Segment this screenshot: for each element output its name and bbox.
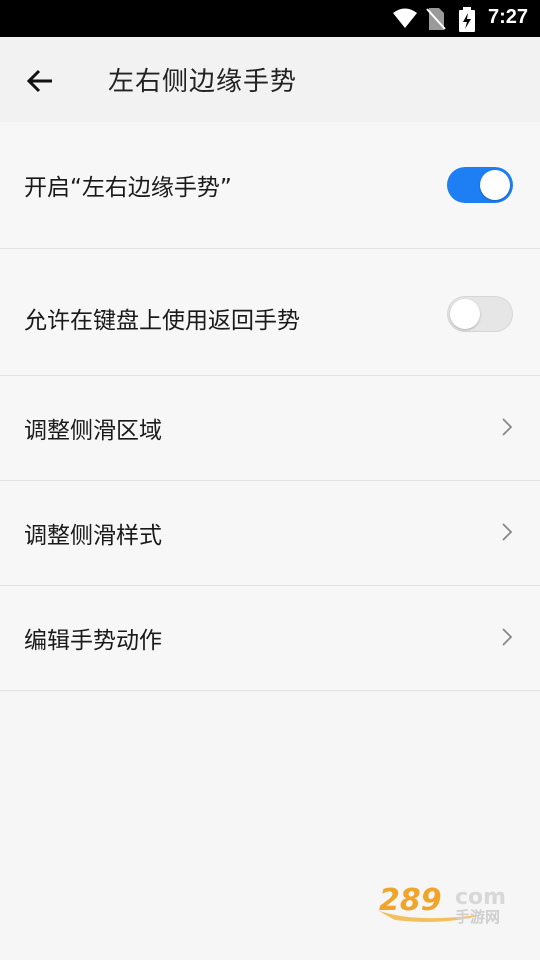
watermark-logo: 289 com 手游网 [377, 883, 506, 926]
setting-label: 允许在键盘上使用返回手势 [24, 308, 300, 334]
setting-label: 开启“左右边缘手势” [24, 175, 232, 201]
setting-row-swipe-area[interactable]: 调整侧滑区域 [0, 376, 540, 481]
keyboard-back-toggle[interactable] [447, 296, 513, 332]
chevron-right-icon [502, 418, 513, 436]
svg-text:289: 289 [379, 883, 442, 918]
svg-text:com: com [455, 885, 506, 910]
setting-label: 编辑手势动作 [24, 628, 162, 654]
status-bar: 7:27 [0, 0, 540, 37]
toggle-knob [450, 299, 480, 329]
status-time: 7:27 [487, 6, 528, 28]
setting-row-gesture-actions[interactable]: 编辑手势动作 [0, 586, 540, 691]
chevron-right-icon [502, 628, 513, 646]
settings-list: 开启“左右边缘手势” 允许在键盘上使用返回手势 调整侧滑区域 调整侧滑样式 编辑… [0, 122, 540, 691]
setting-label: 调整侧滑区域 [24, 418, 162, 444]
no-sim-icon [426, 8, 446, 30]
toggle-knob [480, 170, 510, 200]
page-title: 左右侧边缘手势 [108, 67, 298, 97]
edge-gesture-toggle[interactable] [447, 167, 513, 203]
setting-label: 调整侧滑样式 [24, 523, 162, 549]
back-button[interactable] [22, 63, 58, 99]
chevron-right-icon [502, 523, 513, 541]
setting-row-swipe-style[interactable]: 调整侧滑样式 [0, 481, 540, 586]
svg-text:手游网: 手游网 [455, 908, 500, 926]
setting-row-keyboard-back[interactable]: 允许在键盘上使用返回手势 [0, 249, 540, 376]
arrow-left-icon [26, 69, 52, 93]
battery-charging-icon [459, 7, 475, 32]
wifi-icon [393, 8, 417, 28]
setting-row-edge-gesture[interactable]: 开启“左右边缘手势” [0, 122, 540, 249]
app-bar: 左右侧边缘手势 [0, 37, 540, 122]
